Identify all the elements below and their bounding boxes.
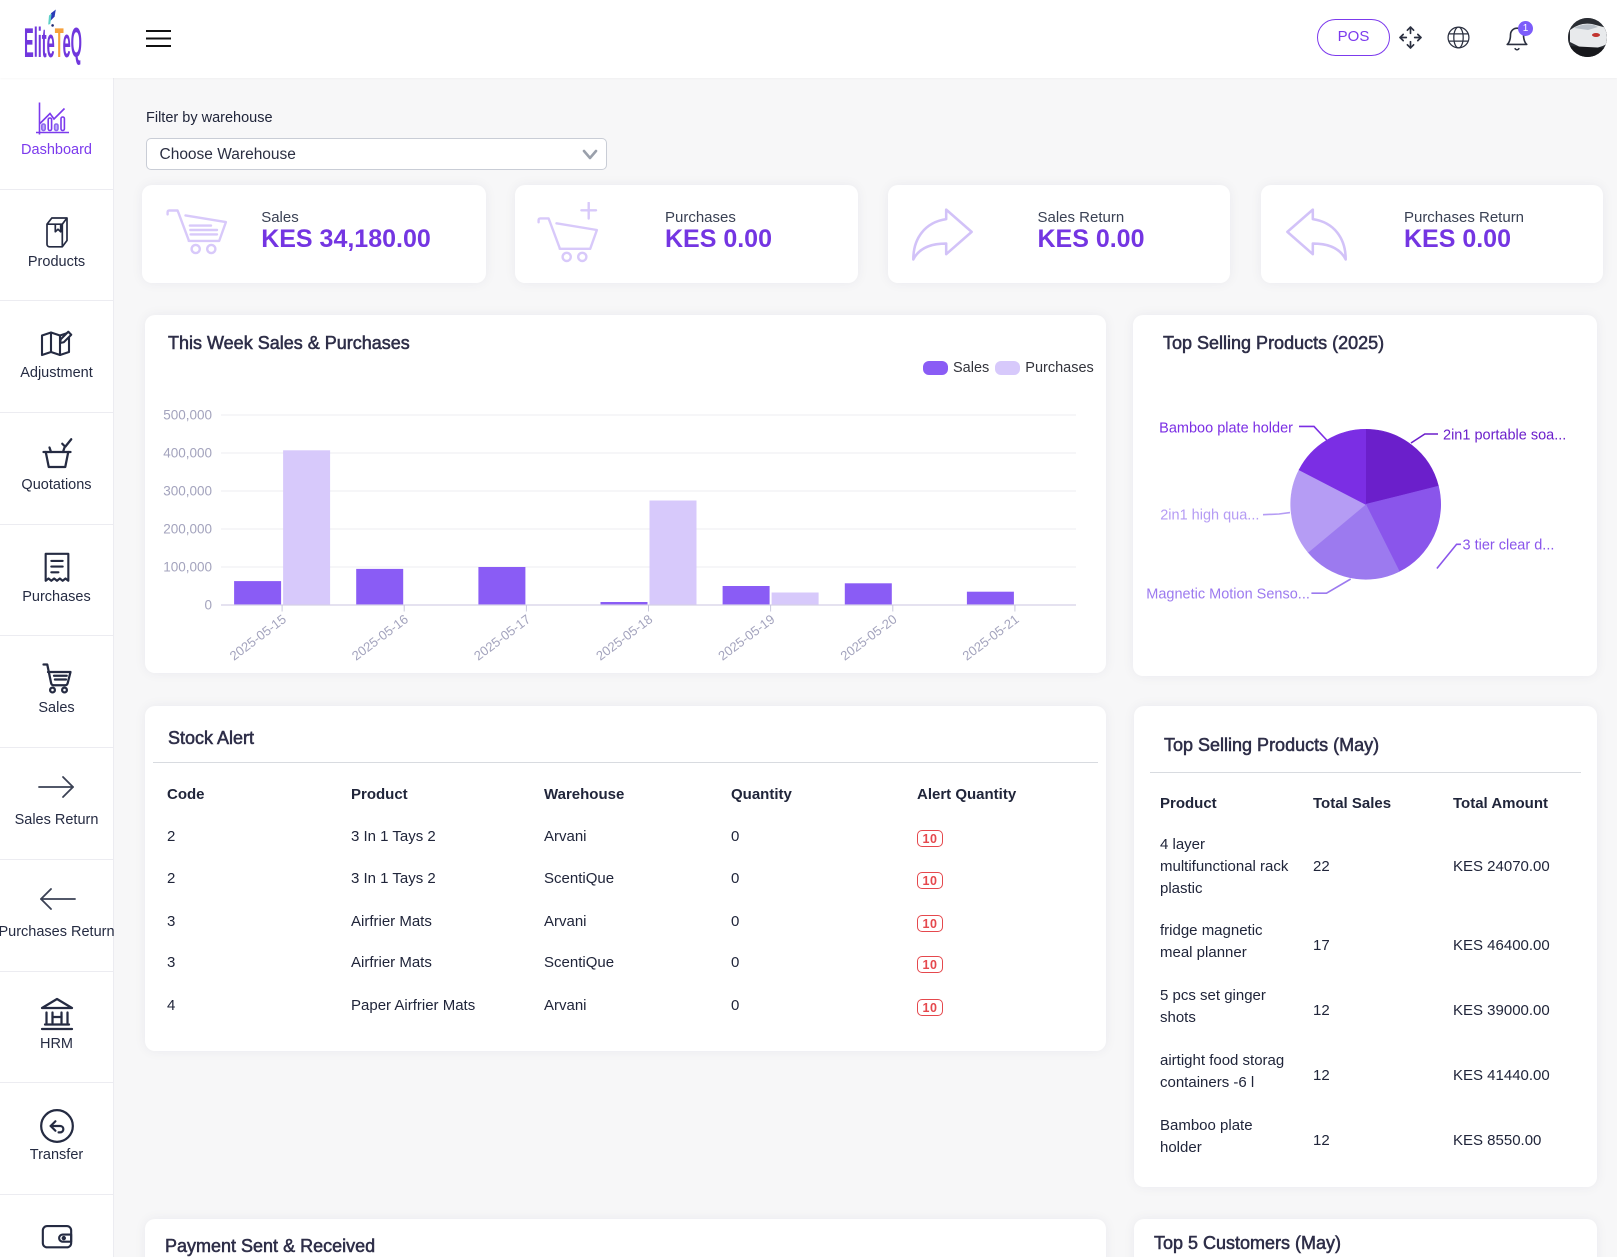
svg-text:3 tier clear d...: 3 tier clear d...: [1463, 538, 1555, 554]
svg-text:2025-05-21: 2025-05-21: [960, 611, 1022, 663]
svg-text:2025-05-15: 2025-05-15: [227, 611, 289, 663]
svg-text:400,000: 400,000: [163, 446, 212, 461]
svg-text:300,000: 300,000: [163, 484, 212, 499]
svg-text:2025-05-20: 2025-05-20: [837, 611, 899, 663]
svg-text:500,000: 500,000: [163, 408, 212, 423]
svg-text:2in1 portable soa...: 2in1 portable soa...: [1443, 428, 1566, 444]
svg-text:2in1 high qua...: 2in1 high qua...: [1160, 508, 1259, 524]
svg-text:100,000: 100,000: [163, 560, 212, 575]
svg-text:EliteTeQ: EliteTeQ: [24, 19, 82, 66]
svg-text:2025-05-17: 2025-05-17: [471, 611, 533, 663]
svg-text:2025-05-19: 2025-05-19: [715, 611, 777, 663]
svg-text:2025-05-16: 2025-05-16: [349, 611, 411, 663]
svg-text:2025-05-18: 2025-05-18: [593, 611, 655, 663]
svg-text:Magnetic Motion Senso...: Magnetic Motion Senso...: [1146, 587, 1310, 603]
svg-text:0: 0: [204, 598, 212, 613]
svg-text:200,000: 200,000: [163, 522, 212, 537]
svg-text:Bamboo plate holder: Bamboo plate holder: [1159, 421, 1293, 437]
